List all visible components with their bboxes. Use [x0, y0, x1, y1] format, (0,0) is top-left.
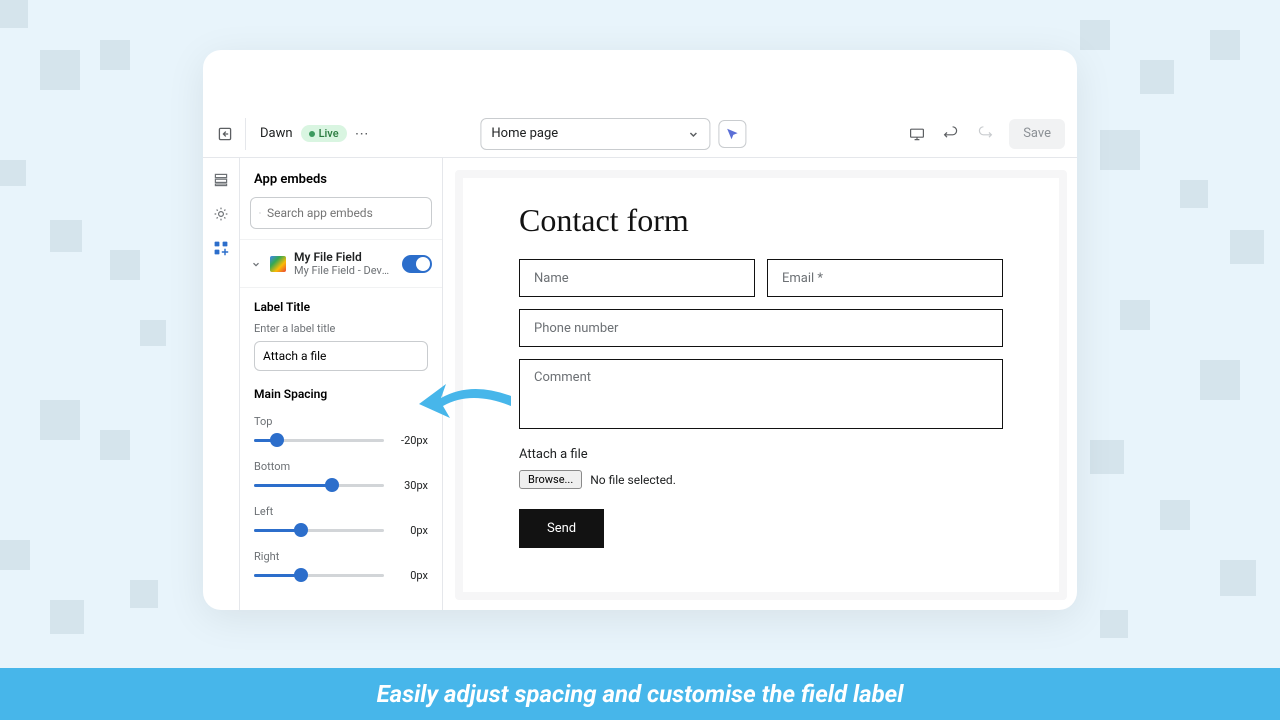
slider-label: Right	[254, 550, 428, 563]
main-spacing-heading: Main Spacing	[254, 387, 428, 401]
phone-input[interactable]: Phone number	[519, 309, 1003, 347]
sidebar-heading: App embeds	[240, 158, 442, 197]
callout-arrow-icon	[416, 366, 516, 436]
slider-value: 30px	[392, 479, 428, 492]
inspect-button[interactable]	[718, 120, 746, 148]
banner: Easily adjust spacing and customise the …	[0, 668, 1280, 720]
comment-textarea[interactable]: Comment	[519, 359, 1003, 429]
live-badge: Live	[301, 125, 347, 142]
name-input[interactable]: Name	[519, 259, 755, 297]
app-icon	[270, 256, 286, 272]
banner-text: Easily adjust spacing and customise the …	[377, 680, 904, 708]
spacing-bottom-slider[interactable]: Bottom 30px	[240, 454, 442, 499]
page-selector-label: Home page	[491, 126, 558, 141]
search-embeds-input[interactable]	[250, 197, 432, 229]
slider-value: 0px	[392, 524, 428, 537]
form-title: Contact form	[519, 202, 1003, 239]
more-icon[interactable]: ⋯	[355, 126, 369, 142]
preview-pane: Contact form Name Email * Phone number C…	[455, 170, 1067, 600]
send-button[interactable]: Send	[519, 509, 604, 548]
chevron-down-icon	[250, 259, 262, 269]
spacing-left-slider[interactable]: Left 0px	[240, 499, 442, 544]
save-button: Save	[1009, 119, 1065, 149]
undo-icon[interactable]	[941, 124, 961, 144]
embed-name: My File Field	[294, 250, 394, 264]
app-embed-item[interactable]: My File Field My File Field - Develop...	[240, 239, 442, 288]
exit-icon[interactable]	[215, 124, 235, 144]
browse-button[interactable]: Browse...	[519, 470, 582, 489]
redo-icon	[975, 124, 995, 144]
search-icon	[259, 206, 261, 220]
theme-settings-icon[interactable]	[211, 204, 231, 224]
topbar: Dawn Live ⋯ Home page Save	[203, 110, 1077, 158]
chevron-down-icon	[687, 128, 699, 140]
spacing-right-slider[interactable]: Right 0px	[240, 544, 442, 589]
app-embeds-icon[interactable]	[211, 238, 231, 258]
theme-name: Dawn	[260, 126, 293, 141]
embed-enabled-toggle[interactable]	[402, 255, 432, 273]
slider-label: Bottom	[254, 460, 428, 473]
label-title-hint: Enter a label title	[254, 322, 428, 335]
left-rail	[203, 158, 239, 610]
desktop-view-icon[interactable]	[907, 124, 927, 144]
embed-subtitle: My File Field - Develop...	[294, 264, 394, 277]
label-title-input[interactable]	[254, 341, 428, 371]
sections-icon[interactable]	[211, 170, 231, 190]
slider-label: Top	[254, 415, 428, 428]
sidebar: App embeds My File Field My File Field -…	[239, 158, 443, 610]
app-window: Dawn Live ⋯ Home page Save	[203, 50, 1077, 610]
file-status: No file selected.	[590, 473, 676, 487]
label-title-heading: Label Title	[254, 300, 428, 314]
page-selector[interactable]: Home page	[480, 118, 710, 150]
slider-value: 0px	[392, 569, 428, 582]
attach-label: Attach a file	[519, 447, 1003, 462]
spacing-top-slider[interactable]: Top -20px	[240, 409, 442, 454]
email-input[interactable]: Email *	[767, 259, 1003, 297]
slider-label: Left	[254, 505, 428, 518]
search-embeds-field[interactable]	[267, 206, 423, 220]
